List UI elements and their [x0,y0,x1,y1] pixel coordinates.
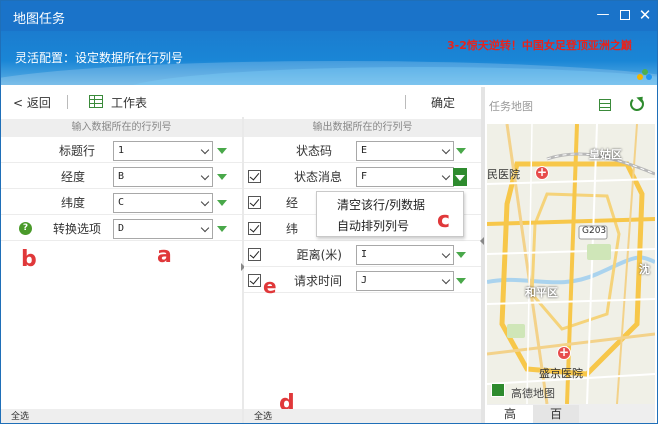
task-map-panel: 任务地图 皇姑区 + 民医院 G203 沈 和平区 + 盛京医院 高德地图 高 … [485,87,657,423]
latitude-select[interactable]: C [113,193,213,213]
chevron-down-icon [200,197,210,207]
input-row-latitude: 纬度 C [1,191,242,215]
news-link[interactable]: 3-2惊天逆转！中国女足登顶亚洲之巅 [447,37,632,53]
request-time-checkbox[interactable] [248,274,261,287]
distance-select[interactable]: I [356,245,454,265]
map-panel-title: 任务地图 [489,100,533,113]
request-time-select[interactable]: J [356,271,454,291]
convert-option-select[interactable]: D [113,219,213,239]
green-dropdown-icon[interactable] [456,148,466,154]
row-label: 距离(米) [296,248,342,262]
longitude-checkbox[interactable] [248,196,261,209]
status-msg-select[interactable]: F [356,167,454,187]
app-logo-icon [637,69,653,81]
output-row-request-time: 请求时间 J [244,269,481,293]
distance-checkbox[interactable] [248,248,261,261]
map-source-tabs: 高 百 [487,404,655,423]
output-row-status-code: 状态码 E [244,139,481,163]
back-button[interactable]: < 返回 [13,94,51,111]
map-provider-logo-icon [491,383,505,397]
row-label: 请求时间 [293,274,342,288]
map-label-city: 沈 [639,263,650,276]
clear-row-column-menu-item[interactable]: 清空该行/列数据 [337,196,425,213]
output-row-distance: 距离(米) I [244,243,481,267]
map-label-highway: G203 [582,226,607,236]
toolbar: < 返回 工作表 确定 [1,87,481,117]
auto-arrange-menu-item[interactable]: 自动排列列号 [337,217,409,234]
map-view[interactable]: 皇姑区 民医院 G203 沈 和平区 盛京医院 高德地图 [487,124,655,404]
status-code-select[interactable]: E [356,141,454,161]
title-bar: 地图任务 — ✕ [1,1,657,31]
map-label-district: 和平区 [525,286,558,299]
tab-gaode[interactable]: 高 [487,405,533,423]
annotation-marker-a: a [157,243,172,268]
maximize-icon[interactable] [617,7,633,23]
title-row-select[interactable]: 1 [113,141,213,161]
window-title: 地图任务 [13,12,66,27]
row-label: 状态码 [295,144,332,158]
input-panel-header: 输入数据所在的行列号 [1,119,242,137]
toolbar-divider [405,95,406,109]
green-dropdown-icon[interactable] [217,148,227,154]
sheet-grid-icon[interactable] [89,95,103,108]
collapse-arrow-icon[interactable] [480,237,484,245]
map-label-hospital: 民医院 [487,168,520,181]
sheet-button[interactable]: 工作表 [111,94,147,111]
input-row-convert: ? 转换选项 D [1,217,242,241]
row-label: 转换选项 [52,222,101,236]
chevron-down-icon [441,275,451,285]
latitude-checkbox[interactable] [248,222,261,235]
green-dropdown-icon[interactable] [217,174,227,180]
input-row-title: 标题行 1 [1,139,242,163]
help-icon[interactable]: ? [19,222,32,235]
chevron-down-icon [200,223,210,233]
output-row-status-msg: 状态消息 F [244,165,481,189]
tab-baidu[interactable]: 百 [533,405,579,423]
banner-subtitle: 灵活配置：设定数据所在行列号 [15,51,184,65]
green-dropdown-icon[interactable] [456,252,466,258]
row-label: 经度 [60,170,85,184]
row-label: 纬度 [60,196,85,210]
chevron-down-icon [441,249,451,259]
chevron-down-icon [441,145,451,155]
list-icon[interactable] [599,99,611,111]
row-label: 经 [285,196,298,210]
longitude-select[interactable]: B [113,167,213,187]
hospital-pin-icon[interactable] [535,165,549,180]
annotation-marker-b: b [21,247,37,272]
input-columns-panel: 输入数据所在的行列号 标题行 1 经度 B 纬度 C ? 转换选项 D b a … [1,117,242,423]
status-msg-checkbox[interactable] [248,170,261,183]
chevron-down-icon [441,171,451,181]
hospital-pin-icon[interactable] [557,345,571,360]
chevron-down-icon [200,171,210,181]
banner: 灵活配置：设定数据所在行列号 3-2惊天逆转！中国女足登顶亚洲之巅 [1,31,657,85]
select-all-button[interactable]: 全选 [1,409,242,423]
annotation-marker-c: c [437,208,451,233]
map-label-district: 皇姑区 [589,148,622,161]
select-all-button[interactable]: 全选 [244,409,481,423]
confirm-button[interactable]: 确定 [431,94,455,111]
toolbar-divider [67,95,68,109]
map-provider-label: 高德地图 [511,387,555,400]
close-icon[interactable]: ✕ [637,7,653,23]
row-label: 状态消息 [293,170,342,184]
output-panel-header: 输出数据所在的行列号 [244,119,481,137]
map-label-hospital: 盛京医院 [539,367,583,380]
map-task-window: 地图任务 — ✕ 灵活配置：设定数据所在行列号 3-2惊天逆转！中国女足登顶亚洲… [0,0,658,424]
green-dropdown-icon[interactable] [217,200,227,206]
refresh-icon[interactable] [630,97,644,111]
green-dropdown-icon[interactable] [456,278,466,284]
input-row-longitude: 经度 B [1,165,242,189]
minimize-icon[interactable]: — [595,7,611,23]
chevron-down-icon [200,145,210,155]
row-label: 纬 [285,222,298,236]
output-columns-panel: 输出数据所在的行列号 状态码 E 状态消息 F 经 纬 距离(米) I 请求时间… [244,117,481,423]
green-dropdown-icon-active[interactable] [453,168,467,186]
row-label: 标题行 [58,144,95,158]
annotation-marker-e: e [263,274,277,298]
green-dropdown-icon[interactable] [217,226,227,232]
